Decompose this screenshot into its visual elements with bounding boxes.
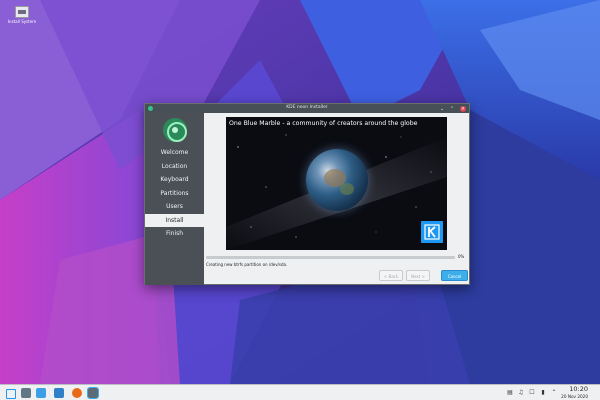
sidebar-step-partitions: Partitions (160, 189, 189, 197)
window-title: KDE neon Installer (286, 105, 328, 110)
task-manager-icon[interactable] (36, 388, 46, 398)
installer-task-icon[interactable] (87, 387, 99, 399)
network-icon[interactable]: ☐ (528, 389, 536, 397)
clipboard-icon[interactable]: ▤ (506, 389, 514, 397)
file-manager-icon[interactable] (54, 388, 64, 398)
minimize-button[interactable]: ⌄ (439, 106, 445, 112)
slideshow: One Blue Marble - a community of creator… (226, 117, 447, 250)
sidebar-step-users: Users (166, 203, 183, 210)
sidebar-step-finish: Finish (165, 230, 184, 237)
progress-percent: 0% (458, 254, 465, 259)
earth-image (306, 149, 368, 211)
next-button[interactable]: Next > (406, 270, 430, 281)
slide-title: One Blue Marble - a community of creator… (229, 120, 418, 127)
install-page: One Blue Marble - a community of creator… (204, 113, 469, 285)
firefox-icon[interactable] (72, 388, 82, 398)
kde-logo-icon (421, 221, 443, 243)
taskbar: ▤ ♫ ☐ ▮ ⌃ 10:20 20 Nov 2020 (0, 384, 600, 400)
install-status: Creating new btrfs partition on /dev/sda… (206, 262, 288, 267)
cancel-button[interactable]: Cancel (441, 270, 468, 281)
clock-time[interactable]: 10:20 (569, 385, 588, 393)
desktop-icon-label: Install System (7, 19, 37, 24)
calamares-logo-icon (162, 118, 187, 142)
sidebar-step-install: Install (145, 213, 204, 227)
back-button[interactable]: < Back (379, 270, 403, 281)
window-titlebar[interactable]: KDE neon Installer ⌄ ⌃ × (145, 104, 469, 113)
application-launcher-icon[interactable] (5, 388, 16, 399)
sidebar-step-location: Location (161, 162, 188, 170)
installer-window: KDE neon Installer ⌄ ⌃ × Welcome Location… (144, 103, 470, 285)
battery-icon[interactable]: ▮ (539, 389, 547, 397)
close-button[interactable]: × (460, 105, 466, 112)
desktop-icon-install-system[interactable]: Install System (4, 6, 40, 24)
sidebar-step-welcome: Welcome (160, 149, 189, 156)
clock-date[interactable]: 20 Nov 2020 (561, 394, 588, 399)
chevron-up-icon[interactable]: ⌃ (550, 389, 558, 397)
volume-icon[interactable]: ♫ (517, 389, 525, 397)
sidebar-step-keyboard: Keyboard (160, 176, 189, 183)
step-list: Welcome Location Keyboard Partitions Users In… (145, 146, 204, 241)
install-progress-bar (206, 256, 455, 259)
maximize-button[interactable]: ⌃ (449, 106, 455, 112)
computer-icon (15, 6, 29, 18)
settings-icon[interactable] (21, 388, 31, 398)
installer-sidebar: Welcome Location Keyboard Partitions Users In… (145, 113, 204, 285)
